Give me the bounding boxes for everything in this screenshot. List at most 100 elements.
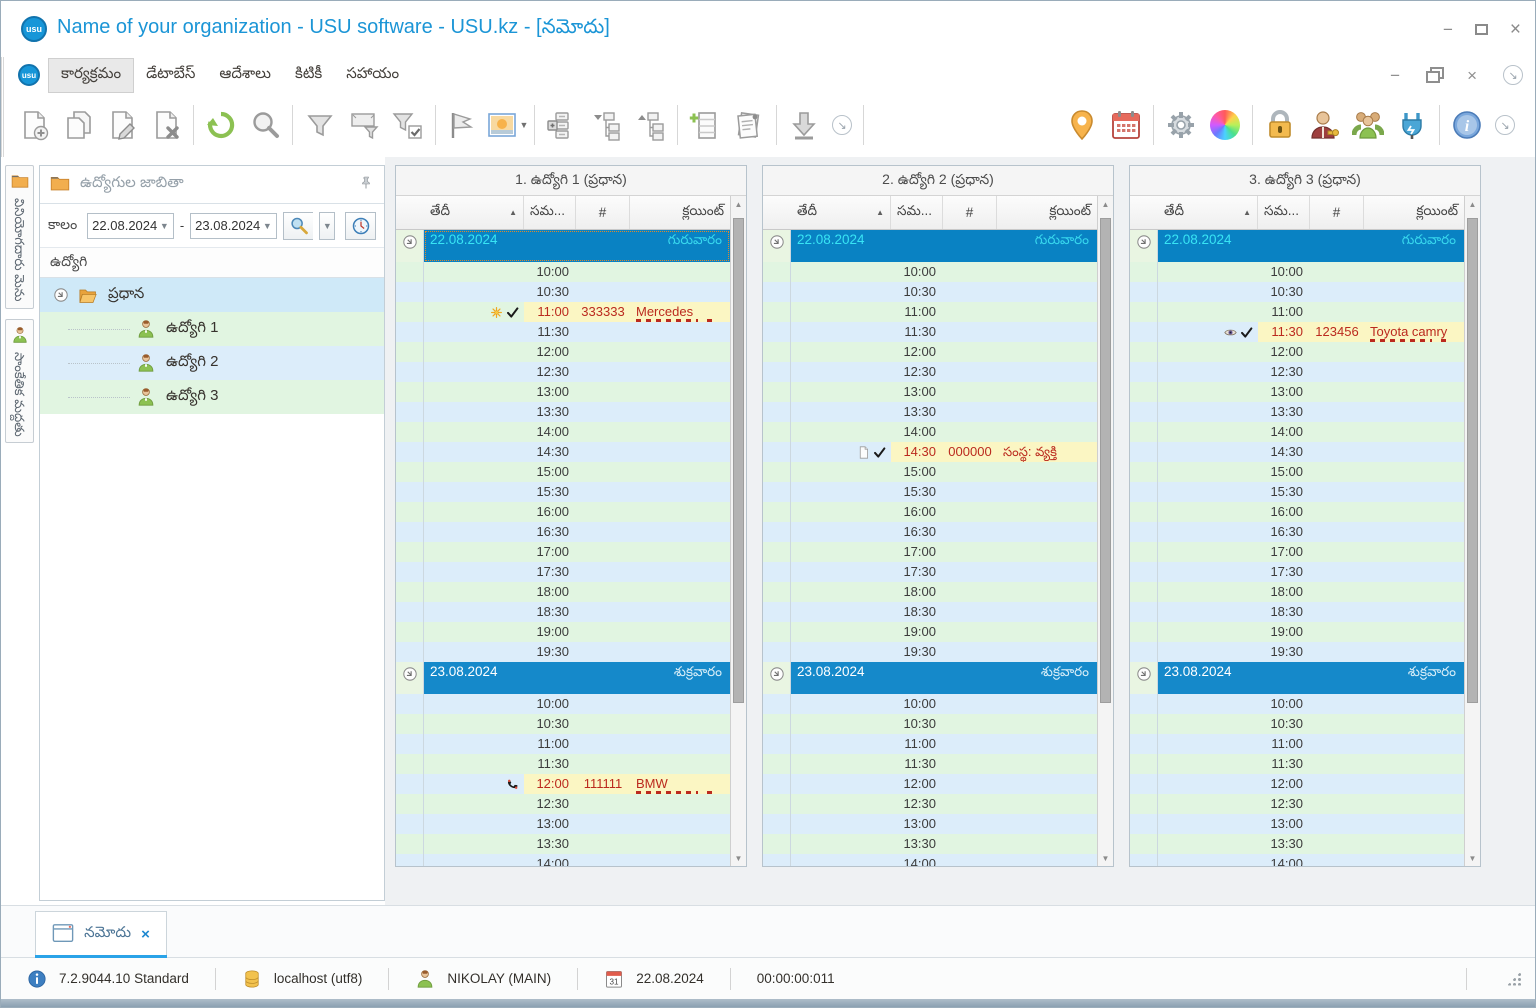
time-slot-row[interactable]: 19:00 (1130, 622, 1464, 642)
column-header-date[interactable]: తేదీ ▲ (791, 196, 891, 229)
maximize-button[interactable] (1474, 21, 1488, 38)
user-group-button[interactable] (1346, 102, 1390, 148)
date-banner[interactable]: 22.08.2024 గురువారం (791, 230, 1097, 262)
color-wheel-button[interactable] (1203, 102, 1247, 148)
scroll-up-icon[interactable]: ▲ (1465, 196, 1480, 212)
toolbar-overflow-icon[interactable]: ↘ (1495, 115, 1515, 135)
time-slot-row[interactable]: 16:30 (1130, 522, 1464, 542)
scrollbar-thumb[interactable] (733, 218, 744, 704)
scrollbar-track[interactable] (1465, 212, 1480, 850)
tree-column-header[interactable]: ఉద్యోగి (40, 248, 384, 278)
scroll-up-icon[interactable]: ▲ (731, 196, 746, 212)
time-slot-row[interactable]: 14:00 (763, 422, 1097, 442)
scroll-down-icon[interactable]: ▼ (731, 850, 746, 866)
filter-columns-button[interactable] (342, 102, 386, 148)
minimize-button[interactable]: − (1443, 21, 1453, 38)
flag-button[interactable] (441, 102, 485, 148)
settings-gear-button[interactable] (1159, 102, 1203, 148)
vertical-scrollbar[interactable]: ▲ ▼ (1464, 196, 1480, 866)
menu-item-2[interactable]: ఆదేశాలు (207, 59, 283, 92)
column-header-time[interactable]: సమ... (891, 196, 943, 229)
edit-document-button[interactable] (100, 102, 144, 148)
menu-item-0[interactable]: కార్యక్రమం (48, 57, 135, 93)
pin-icon[interactable] (358, 175, 374, 194)
time-slot-row[interactable]: 10:00 (763, 694, 1097, 714)
date-to-combo[interactable]: 23.08.2024 ▼ (190, 212, 277, 239)
time-slot-row[interactable]: 13:00 (396, 814, 730, 834)
time-slot-row[interactable]: 15:30 (1130, 482, 1464, 502)
appointment-row[interactable]: 12:00 111111 BMW (396, 774, 730, 794)
time-slot-row[interactable]: 18:00 (763, 582, 1097, 602)
date-banner-row[interactable]: 23.08.2024 శుక్రవారం (1130, 662, 1464, 694)
time-slot-row[interactable]: 18:30 (763, 602, 1097, 622)
time-slot-row[interactable]: 12:30 (396, 362, 730, 382)
time-slot-row[interactable]: 18:00 (1130, 582, 1464, 602)
time-slot-row[interactable]: 13:30 (763, 402, 1097, 422)
column-header-client[interactable]: క్లయింట్ (997, 196, 1097, 229)
time-slot-row[interactable]: 19:00 (763, 622, 1097, 642)
time-slot-row[interactable]: 13:00 (1130, 382, 1464, 402)
time-slot-row[interactable]: 14:30 (1130, 442, 1464, 462)
time-slot-row[interactable]: 12:00 (763, 342, 1097, 362)
time-slot-row[interactable]: 17:00 (763, 542, 1097, 562)
column-header-client[interactable]: క్లయింట్ (1364, 196, 1464, 229)
scroll-up-icon[interactable]: ▲ (1098, 196, 1113, 212)
time-slot-row[interactable]: 16:00 (763, 502, 1097, 522)
vertical-scrollbar[interactable]: ▲ ▼ (730, 196, 746, 866)
time-slot-row[interactable]: 11:30 (763, 322, 1097, 342)
time-slot-row[interactable]: 12:00 (396, 342, 730, 362)
time-slot-row[interactable]: 13:00 (1130, 814, 1464, 834)
column-header-client[interactable]: క్లయింట్ (630, 196, 730, 229)
time-slot-row[interactable]: 11:00 (1130, 302, 1464, 322)
scroll-down-icon[interactable]: ▼ (1465, 850, 1480, 866)
time-slot-row[interactable]: 15:30 (396, 482, 730, 502)
time-slot-row[interactable]: 17:30 (763, 562, 1097, 582)
time-slot-row[interactable]: 17:00 (396, 542, 730, 562)
scrollbar-thumb[interactable] (1100, 218, 1111, 704)
time-slot-row[interactable]: 15:00 (763, 462, 1097, 482)
date-banner-row[interactable]: 23.08.2024 శుక్రవారం (763, 662, 1097, 694)
time-slot-row[interactable]: 18:30 (1130, 602, 1464, 622)
column-header-time[interactable]: సమ... (1258, 196, 1310, 229)
time-slot-row[interactable]: 13:30 (1130, 834, 1464, 854)
appointment-row[interactable]: 14:30 000000 సంస్థ: వ్యక్తి (763, 442, 1097, 462)
time-slot-row[interactable]: 19:30 (396, 642, 730, 662)
mdi-restore-button[interactable] (1426, 67, 1445, 83)
date-banner-row[interactable]: 22.08.2024 గురువారం (1130, 230, 1464, 262)
time-slot-row[interactable]: 14:00 (1130, 422, 1464, 442)
calendar-button[interactable] (1104, 102, 1148, 148)
time-slot-row[interactable]: 11:30 (763, 754, 1097, 774)
time-slot-row[interactable]: 10:00 (396, 262, 730, 282)
date-banner[interactable]: 23.08.2024 శుక్రవారం (791, 662, 1097, 694)
scroll-down-icon[interactable]: ▼ (1098, 850, 1113, 866)
time-slot-row[interactable]: 10:00 (763, 262, 1097, 282)
time-slot-row[interactable]: 15:00 (1130, 462, 1464, 482)
search-button[interactable] (282, 211, 314, 240)
resize-grip[interactable] (1507, 971, 1521, 986)
date-banner-row[interactable]: 23.08.2024 శుక్రవారం (396, 662, 730, 694)
toolbar-overflow-icon[interactable]: ↘ (832, 115, 852, 135)
time-slot-row[interactable]: 10:30 (396, 714, 730, 734)
time-slot-row[interactable]: 18:00 (396, 582, 730, 602)
tree-node-root[interactable]: ప్రధాన (40, 278, 384, 312)
date-from-combo[interactable]: 22.08.2024 ▼ (87, 212, 174, 239)
menu-item-3[interactable]: కిటికీ (283, 59, 334, 92)
date-banner[interactable]: 23.08.2024 శుక్రవారం (424, 662, 730, 694)
time-slot-row[interactable]: 13:30 (763, 834, 1097, 854)
time-slot-row[interactable]: 11:30 (1130, 754, 1464, 774)
scrollbar-track[interactable] (731, 212, 746, 850)
time-slot-row[interactable]: 17:30 (396, 562, 730, 582)
time-slot-row[interactable]: 13:00 (396, 382, 730, 402)
time-slot-row[interactable]: 14:00 (396, 422, 730, 442)
delete-document-button[interactable] (144, 102, 188, 148)
plugin-button[interactable] (1390, 102, 1434, 148)
time-slot-row[interactable]: 16:30 (763, 522, 1097, 542)
time-slot-row[interactable]: 14:00 (396, 854, 730, 866)
time-slot-row[interactable]: 17:00 (1130, 542, 1464, 562)
time-slot-row[interactable]: 19:30 (1130, 642, 1464, 662)
clock-button[interactable] (345, 211, 376, 240)
date-banner[interactable]: 23.08.2024 శుక్రవారం (1158, 662, 1464, 694)
time-slot-row[interactable]: 12:30 (1130, 794, 1464, 814)
scrollbar-track[interactable] (1098, 212, 1113, 850)
time-slot-row[interactable]: 12:00 (1130, 342, 1464, 362)
